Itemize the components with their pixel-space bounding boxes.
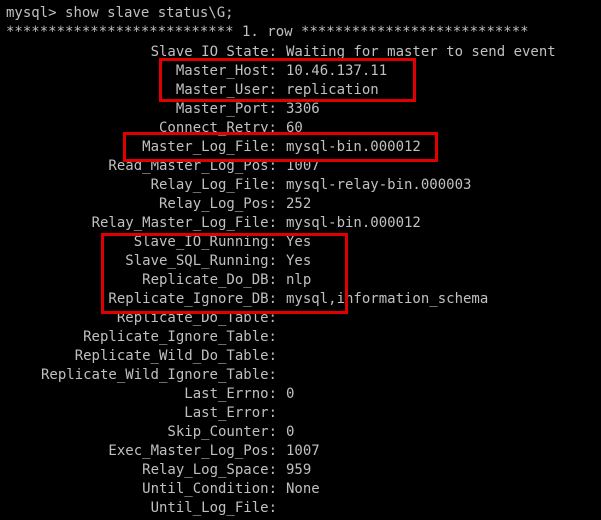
field-label: Relay_Log_Pos:	[158, 196, 277, 212]
separator-right: ***************************	[301, 24, 529, 40]
field-value: 0	[286, 424, 295, 440]
field-label: Until_Condition:	[142, 481, 277, 497]
field-value: 959	[286, 462, 312, 478]
field-row: Replicate_Do_DB: nlp	[0, 271, 601, 290]
command-line: mysql> show slave status\G;	[6, 4, 234, 23]
field-label: Last_Error:	[184, 405, 277, 421]
field-row: Master_Host: 10.46.137.11	[0, 62, 601, 81]
field-label: Replicate_Ignore_Table:	[83, 329, 277, 345]
field-row: Exec_Master_Log_Pos: 1007	[0, 442, 601, 461]
field-label: Relay_Master_Log_File:	[91, 215, 277, 231]
prompt: mysql>	[6, 5, 66, 21]
field-label: Exec_Master_Log_Pos:	[108, 443, 277, 459]
field-row: Relay_Master_Log_File: mysql-bin.000012	[0, 214, 601, 233]
field-value: 1007	[286, 443, 320, 459]
terminal-window[interactable]: mysql> show slave status\G; ************…	[0, 0, 601, 520]
field-value: mysql-relay-bin.000003	[286, 177, 472, 193]
field-label: Connect_Retry:	[158, 120, 277, 136]
field-label: Slave_IO_Running:	[133, 234, 277, 250]
field-value: 3306	[286, 101, 320, 117]
field-value: 60	[286, 120, 303, 136]
field-value: 10.46.137.11	[286, 63, 388, 79]
field-value: nlp	[286, 272, 312, 288]
field-label: Slave_IO_State:	[150, 44, 277, 60]
field-label: Skip_Counter:	[167, 424, 277, 440]
field-row: Replicate_Wild_Do_Table:	[0, 347, 601, 366]
field-value: 252	[286, 196, 312, 212]
field-row: Skip_Counter: 0	[0, 423, 601, 442]
field-row: Relay_Log_Pos: 252	[0, 195, 601, 214]
field-value: replication	[286, 82, 379, 98]
field-row: Replicate_Do_Table:	[0, 309, 601, 328]
field-value: 0	[286, 386, 295, 402]
field-value: Yes	[286, 253, 312, 269]
field-row: Relay_Log_Space: 959	[0, 461, 601, 480]
field-value: None	[286, 481, 320, 497]
field-row: Connect_Retry: 60	[0, 119, 601, 138]
field-value: Yes	[286, 234, 312, 250]
field-value: mysql,information_schema	[286, 291, 489, 307]
field-label: Until_Log_File:	[150, 500, 277, 516]
field-label: Read_Master_Log_Pos:	[108, 158, 277, 174]
field-row: Read_Master_Log_Pos: 1007	[0, 157, 601, 176]
field-row: Until_Log_File:	[0, 499, 601, 518]
field-row: Slave_SQL_Running: Yes	[0, 252, 601, 271]
field-row: Master_User: replication	[0, 81, 601, 100]
field-label: Replicate_Do_Table:	[116, 310, 277, 326]
field-label: Master_Port:	[175, 101, 277, 117]
field-label: Replicate_Do_DB:	[142, 272, 277, 288]
field-label: Replicate_Wild_Do_Table:	[74, 348, 277, 364]
field-row: Relay_Log_File: mysql-relay-bin.000003	[0, 176, 601, 195]
field-row: Replicate_Wild_Ignore_Table:	[0, 366, 601, 385]
field-row: Master_Log_File: mysql-bin.000012	[0, 138, 601, 157]
field-value: Waiting for master to send event	[286, 44, 556, 60]
row-separator: *************************** 1. row *****…	[6, 23, 529, 42]
field-label: Relay_Log_File:	[150, 177, 277, 193]
field-label: Replicate_Ignore_DB:	[108, 291, 277, 307]
field-row: Last_Error:	[0, 404, 601, 423]
field-label: Relay_Log_Space:	[142, 462, 277, 478]
separator-left: ***************************	[6, 24, 234, 40]
field-value: mysql-bin.000012	[286, 215, 421, 231]
field-label: Slave_SQL_Running:	[125, 253, 277, 269]
field-row: Slave_IO_State: Waiting for master to sen…	[0, 43, 601, 62]
field-label: Master_Log_File:	[142, 139, 277, 155]
field-row: Replicate_Ignore_DB: mysql,information_sc…	[0, 290, 601, 309]
field-label: Last_Errno:	[184, 386, 277, 402]
field-row: Slave_IO_Running: Yes	[0, 233, 601, 252]
field-label: Master_User:	[175, 82, 277, 98]
command-text: show slave status\G;	[65, 5, 234, 21]
field-label: Replicate_Wild_Ignore_Table:	[40, 367, 277, 383]
field-value: mysql-bin.000012	[286, 139, 421, 155]
field-row: Until_Condition: None	[0, 480, 601, 499]
field-label: Master_Host:	[175, 63, 277, 79]
row-label: 1. row	[233, 24, 302, 40]
field-value: 1007	[286, 158, 320, 174]
field-row: Replicate_Ignore_Table:	[0, 328, 601, 347]
field-row: Master_Port: 3306	[0, 100, 601, 119]
field-row: Last_Errno: 0	[0, 385, 601, 404]
